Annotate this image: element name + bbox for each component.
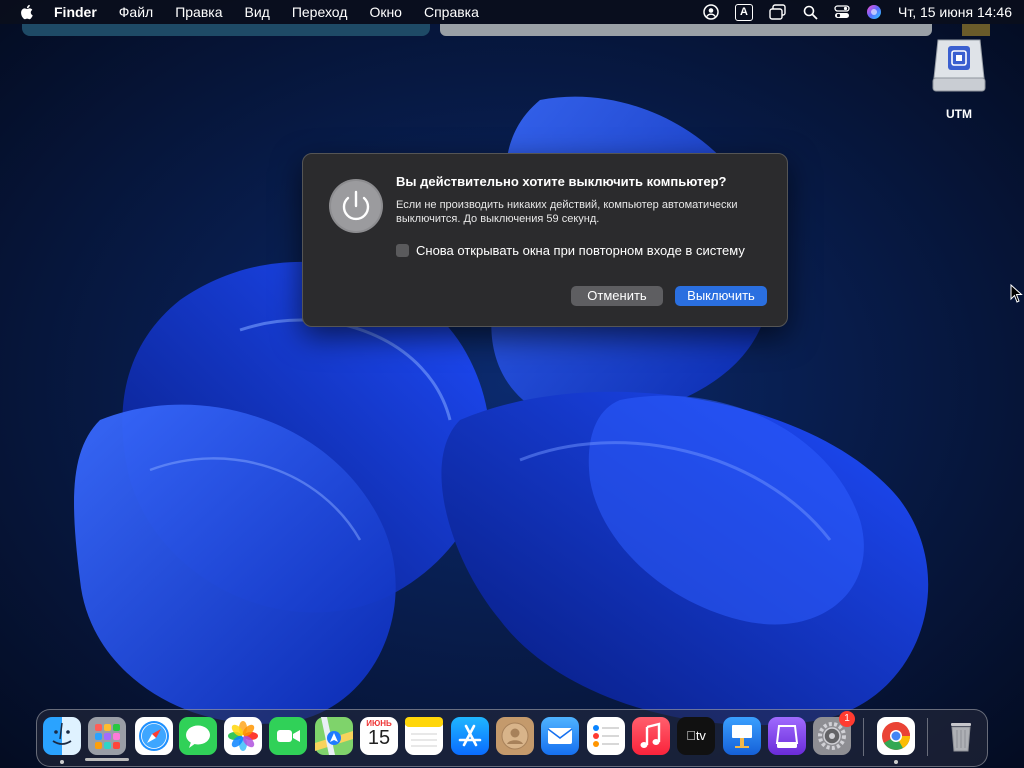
virtual-machine-icon xyxy=(775,725,799,748)
contacts-icon xyxy=(501,722,529,750)
dock-trash[interactable] xyxy=(942,717,980,755)
drive-icon xyxy=(932,39,986,92)
dock-photos[interactable] xyxy=(224,717,262,755)
menu-bar-clock[interactable]: Чт, 15 июня 14:46 xyxy=(898,4,1012,20)
reopen-windows-checkbox[interactable] xyxy=(396,244,409,257)
photos-icon xyxy=(228,721,258,751)
control-center-icon[interactable] xyxy=(834,4,850,20)
dock: ИЮНЬ 15 tv 1 xyxy=(36,709,988,767)
dock-safari[interactable] xyxy=(135,717,173,755)
dock-calendar[interactable]: ИЮНЬ 15 xyxy=(360,717,398,755)
dock-maps[interactable] xyxy=(315,717,353,755)
menu-edit[interactable]: Правка xyxy=(175,0,222,24)
shut-down-button[interactable]: Выключить xyxy=(675,286,767,306)
menu-bar: Finder Файл Правка Вид Переход Окно Спра… xyxy=(0,0,1024,24)
dock-chrome[interactable] xyxy=(877,717,915,755)
maps-icon xyxy=(315,717,353,755)
display-mirroring-icon[interactable] xyxy=(769,4,787,20)
reopen-windows-label: Снова открывать окна при повторном входе… xyxy=(416,243,745,258)
mail-icon xyxy=(547,728,573,744)
apple-tv-text: tv xyxy=(690,728,706,743)
desktop-wallpaper xyxy=(0,0,1024,768)
siri-icon[interactable] xyxy=(866,4,882,20)
messages-icon xyxy=(186,725,210,748)
background-window xyxy=(22,24,430,36)
keynote-icon xyxy=(732,725,752,748)
dock-launchpad[interactable] xyxy=(88,717,126,755)
dock-notes[interactable] xyxy=(405,717,443,755)
dock-contacts[interactable] xyxy=(496,717,534,755)
menu-window[interactable]: Окно xyxy=(369,0,402,24)
background-window xyxy=(440,24,932,36)
reopen-windows-option[interactable]: Снова открывать окна при повторном входе… xyxy=(396,243,745,258)
apple-menu-icon[interactable] xyxy=(18,3,36,21)
dock-system-settings[interactable]: 1 xyxy=(813,711,855,755)
input-source-label: A xyxy=(735,3,753,21)
dock-messages[interactable] xyxy=(179,717,217,755)
finder-icon xyxy=(52,722,72,745)
menu-help[interactable]: Справка xyxy=(424,0,479,24)
input-source-icon[interactable]: A xyxy=(735,3,753,21)
dock-finder[interactable] xyxy=(43,717,81,755)
spotlight-search-icon[interactable] xyxy=(803,5,818,20)
notification-badge: 1 xyxy=(839,711,855,727)
dock-facetime[interactable] xyxy=(269,717,307,755)
launchpad-icon xyxy=(95,724,120,749)
shutdown-dialog: Вы действительно хотите выключить компью… xyxy=(302,153,788,327)
dock-separator xyxy=(927,718,928,756)
dialog-title: Вы действительно хотите выключить компью… xyxy=(396,174,727,189)
running-indicator xyxy=(894,760,898,764)
dock-separator xyxy=(863,718,864,756)
user-account-icon[interactable] xyxy=(703,4,719,20)
dock-mail[interactable] xyxy=(541,717,579,755)
menu-file[interactable]: Файл xyxy=(119,0,153,24)
launchpad-progress xyxy=(85,758,129,761)
apple-logo-icon:  xyxy=(686,728,696,743)
music-icon xyxy=(640,722,661,748)
dock-apple-tv[interactable]: tv xyxy=(677,717,715,755)
power-icon xyxy=(329,179,383,233)
facetime-icon xyxy=(277,730,300,742)
desktop-icon-utm[interactable]: UTM xyxy=(926,38,992,121)
dock-reminders[interactable] xyxy=(587,717,625,755)
menu-go[interactable]: Переход xyxy=(292,0,348,24)
chrome-icon xyxy=(882,722,910,750)
running-indicator xyxy=(60,760,64,764)
background-window xyxy=(962,24,990,36)
dialog-message: Если не производить никаких действий, ко… xyxy=(396,199,738,225)
trash-icon xyxy=(951,723,971,752)
dock-music[interactable] xyxy=(632,717,670,755)
app-store-icon xyxy=(458,724,482,747)
notes-icon xyxy=(405,717,443,747)
menu-app-finder[interactable]: Finder xyxy=(54,0,97,24)
calendar-day: 15 xyxy=(367,727,391,749)
dock-app-store[interactable] xyxy=(451,717,489,755)
apple-tv-label: tv xyxy=(677,717,715,755)
dock-keynote[interactable] xyxy=(723,717,761,755)
dock-purple-app[interactable] xyxy=(768,717,806,755)
cancel-button[interactable]: Отменить xyxy=(571,286,663,306)
mouse-cursor-icon xyxy=(1010,284,1023,303)
menu-view[interactable]: Вид xyxy=(245,0,270,24)
safari-icon xyxy=(139,721,169,751)
reminders-icon xyxy=(593,725,619,747)
desktop-icon-label: UTM xyxy=(946,107,972,121)
